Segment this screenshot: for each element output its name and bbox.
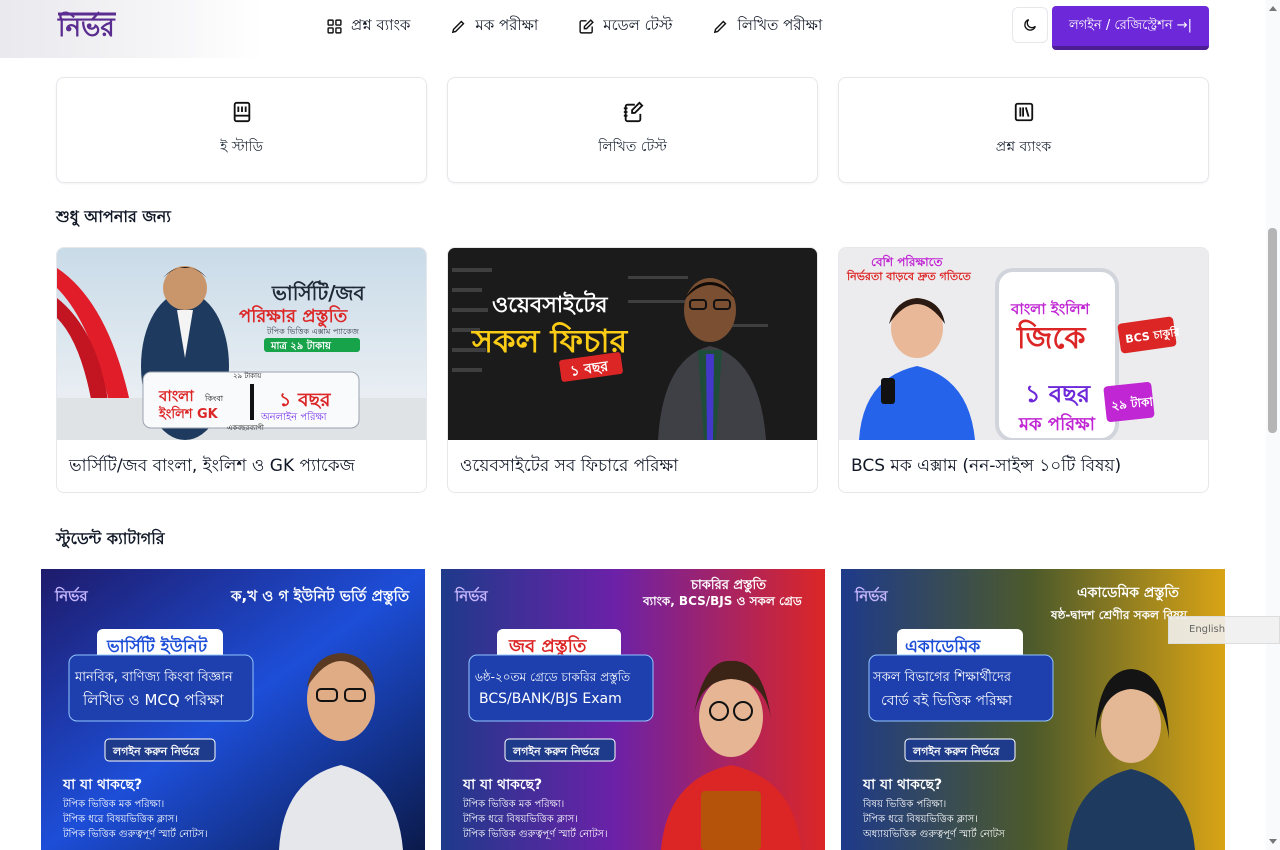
nav-written-exam[interactable]: লিখিত পরীক্ষা (712, 14, 822, 38)
pencil-icon (714, 20, 727, 33)
theme-toggle-button[interactable] (1012, 7, 1048, 43)
product-card[interactable]: ভার্সিটি/জব পরিক্ষার প্রস্তুতি টপিক ভিত্… (56, 247, 427, 493)
banner-box-left: বাংলা (158, 387, 194, 405)
nav-question-bank[interactable]: প্রশ্ন ব্যাংক (326, 14, 410, 38)
banner-cta: লগইন করুন নির্ভরে (112, 744, 200, 758)
section-title-student-category: স্টুডেন্ট ক্যাটাগরি (56, 529, 165, 548)
banner-headline: ভার্সিটি/জব (271, 280, 365, 305)
banner-box1: সকল বিভাগের শিক্ষার্থীদের (872, 669, 1012, 685)
banner-item: টপিক ধরে বিষয়ভিত্তিক ক্লাস। (862, 812, 978, 825)
banner-what: যা যা থাকছে? (62, 777, 142, 793)
banner-yearly: একবছরব্যাপী (227, 423, 265, 432)
product-card[interactable]: বেশি পরিক্ষাতে নির্ভরতা বাড়বে দ্রুত গতি… (838, 247, 1209, 493)
product-banner-image: ওয়েবসাইটের সকল ফিচার ১ বছর (448, 248, 817, 440)
banner-phone3: ১ বছর (1025, 380, 1091, 408)
banner-phone4: মক পরিক্ষা (1018, 413, 1096, 435)
banner-top2: নির্ভরতা বাড়বে দ্রুত গতিতে (846, 269, 972, 283)
svg-text:নির্ভর: নির্ভর (57, 11, 116, 43)
banner-item: টপিক ধরে বিষয়ভিত্তিক ক্লাস। (462, 812, 578, 825)
library-icon (1013, 101, 1035, 127)
banner-box2: BCS/BANK/BJS Exam (479, 691, 622, 707)
login-register-button[interactable]: লগইন / রেজিস্ট্রেশন →| (1052, 6, 1209, 50)
banner-line1: ওয়েবসাইটের (492, 290, 608, 318)
banner-cta: লগইন করুন নির্ভরে (512, 744, 600, 758)
banner-top1: বেশি পরিক্ষাতে (871, 254, 943, 269)
banner-pill: একাডেমিক (905, 635, 981, 657)
grid-icon (327, 18, 342, 34)
banner-item: টপিক ভিত্তিক গুরুত্বপূর্ণ স্মার্ট নোটস। (462, 827, 608, 840)
banner-top2: ব্যাংক, BCS/BJS ও সকল গ্রেড (642, 594, 803, 608)
notebook-pen-icon (622, 101, 644, 127)
banner-top: ক,খ ও গ ইউনিট ভর্তি প্রস্তুতি (230, 586, 410, 606)
banner-what: যা যা থাকছে? (462, 777, 542, 793)
moon-icon (1024, 19, 1036, 31)
nav-mock-exam[interactable]: মক পরীক্ষা (450, 14, 538, 38)
banner-item: অধ্যায়ভিত্তিক গুরুত্বপূর্ণ স্মার্ট নোটস (862, 827, 1005, 840)
banner-item: টপিক ধরে বিষয়ভিত্তিক ক্লাস। (62, 812, 178, 825)
category-label: প্রশ্ন ব্যাংক (995, 139, 1052, 155)
banner-box-left2: কিংবা (204, 394, 224, 403)
site-header: নির্ভর প্রশ্ন ব্যাংক মক পরীক্ষা মডেল টেস… (0, 0, 1280, 58)
main-nav: প্রশ্ন ব্যাংক মক পরীক্ষা মডেল টেস্ট লিখি… (326, 14, 822, 38)
banner-price: মাত্র ২৯ টাকায় (270, 338, 332, 352)
page-scrollbar[interactable] (1266, 0, 1280, 850)
nav-model-test[interactable]: মডেল টেস্ট (578, 14, 672, 38)
category-card-written-test[interactable]: লিখিত টেস্ট (447, 77, 818, 183)
category-card-estudy[interactable]: ই স্টাডি (56, 77, 427, 183)
banner-top: চাকরির প্রস্তুতি (690, 576, 767, 594)
banner-cta: লগইন করুন নির্ভরে (912, 744, 1000, 758)
svg-text:নির্ভর: নির্ভর (454, 586, 488, 605)
banner-price-tag: ২৯ টাকায় (233, 371, 262, 380)
banner-box-right2: অনলাইন পরিক্ষা (260, 411, 328, 423)
banner-item: টপিক ভিত্তিক মক পরিক্ষা। (62, 797, 164, 810)
category-label: লিখিত টেস্ট (598, 139, 667, 155)
scroll-up-arrow[interactable] (1269, 6, 1277, 11)
nav-label: মডেল টেস্ট (603, 15, 673, 34)
site-logo[interactable]: নির্ভর (56, 6, 118, 46)
banner-item: বিষয় ভিত্তিক পরিক্ষা। (862, 798, 946, 810)
edit-square-icon (579, 18, 595, 34)
category-card-question-bank[interactable]: প্রশ্ন ব্যাংক (838, 77, 1209, 183)
pencil-icon (452, 20, 465, 33)
banner-item: টপিক ভিত্তিক গুরুত্বপূর্ণ স্মার্ট নোটস। (62, 827, 208, 840)
logo-area: নির্ভর (0, 0, 262, 58)
product-banner-image: ভার্সিটি/জব পরিক্ষার প্রস্তুতি টপিক ভিত্… (57, 248, 426, 440)
student-category-banner[interactable]: নির্ভর চাকরির প্রস্তুতি ব্যাংক, BCS/BJS … (441, 569, 825, 850)
banner-what: যা যা থাকছে? (862, 777, 942, 793)
product-banner-image: বেশি পরিক্ষাতে নির্ভরতা বাড়বে দ্রুত গতি… (839, 248, 1208, 440)
svg-text:নির্ভর: নির্ভর (854, 586, 888, 605)
language-label: English (1189, 624, 1226, 635)
product-title[interactable]: ওয়েবসাইটের সব ফিচারে পরিক্ষা (460, 453, 678, 481)
scroll-thumb[interactable] (1268, 228, 1277, 433)
banner-pill: ভার্সিটি ইউনিট (106, 635, 208, 657)
banner-box1: মানবিক, বাণিজ্য কিংবা বিজ্ঞান (74, 669, 233, 685)
banner-box-left3: ইংলিশ GK (158, 405, 219, 422)
banner-box2: লিখিত ও MCQ পরিক্ষা (82, 691, 224, 709)
banner-top: একাডেমিক প্রস্তুতি (1077, 583, 1179, 602)
banner-sub: পরিক্ষার প্রস্তুতি (239, 305, 349, 328)
product-card[interactable]: ওয়েবসাইটের সকল ফিচার ১ বছর ওয়েবসাইটের … (447, 247, 818, 493)
student-category-banner[interactable]: নির্ভর ক,খ ও গ ইউনিট ভর্তি প্রস্তুতি ভার… (41, 569, 425, 850)
nav-label: লিখিত পরীক্ষা (737, 15, 823, 34)
banner-box1: ৬ষ্ঠ-২০তম গ্রেডে চাকরির প্রস্তুতি (475, 670, 631, 685)
category-label: ই স্টাডি (220, 139, 263, 155)
banner-phone2: জিকে (1016, 319, 1086, 356)
nav-label: প্রশ্ন ব্যাংক (351, 15, 411, 34)
nav-label: মক পরীক্ষা (475, 15, 539, 34)
product-title[interactable]: ভার্সিটি/জব বাংলা, ইংলিশ ও GK প্যাকেজ (69, 453, 355, 481)
banner-box2: বোর্ড বই ভিত্তিক পরিক্ষা (881, 692, 1013, 709)
banner-item: টপিক ভিত্তিক মক পরিক্ষা। (462, 797, 564, 810)
banner-box-right: ১ বছর (279, 389, 332, 411)
banner-phone1: বাংলা ইংলিশ (1010, 299, 1091, 318)
scroll-down-arrow[interactable] (1269, 839, 1277, 844)
svg-text:নির্ভর: নির্ভর (54, 586, 88, 605)
language-switcher[interactable]: English (1168, 616, 1280, 644)
product-title[interactable]: BCS মক এক্সাম (নন-সাইন্স ১০টি বিষয়) (851, 453, 1121, 481)
banner-small: টপিক ভিত্তিক এক্সাম প্যাকেজ (266, 326, 360, 336)
section-title-for-you: শুধু আপনার জন্য (56, 207, 171, 226)
student-category-banner[interactable]: নির্ভর একাডেমিক প্রস্তুতি ষষ্ঠ-দ্বাদশ শ্… (841, 569, 1225, 850)
book-icon (231, 101, 253, 127)
